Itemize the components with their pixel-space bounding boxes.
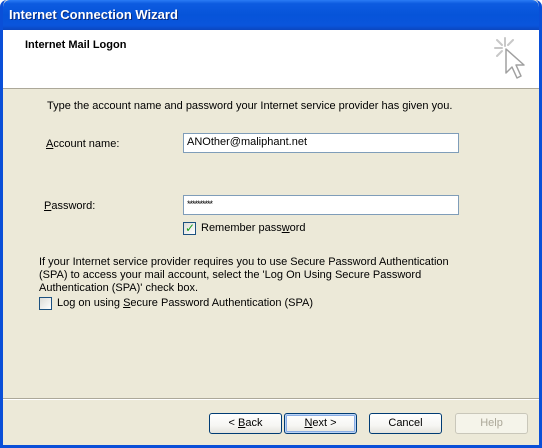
title-bar[interactable]: Internet Connection Wizard [3, 0, 539, 30]
wizard-cursor-icon [494, 37, 525, 79]
cancel-button[interactable]: Cancel [369, 413, 442, 434]
page-title: Internet Mail Logon [25, 39, 127, 51]
window-title: Internet Connection Wizard [9, 7, 178, 22]
back-button[interactable]: < Back [209, 413, 282, 434]
footer-divider-highlight [3, 399, 539, 400]
spa-checkbox[interactable] [39, 297, 52, 310]
spa-checkbox-label[interactable]: Log on using Secure Password Authenticat… [57, 297, 313, 309]
remember-password-checkbox[interactable]: ✓ [183, 221, 196, 235]
wizard-window: Internet Connection Wizard Internet Mail… [0, 0, 542, 448]
help-button[interactable]: Help [455, 413, 528, 434]
password-field[interactable]: ********** [183, 195, 459, 215]
remember-password-label[interactable]: Remember password [201, 222, 306, 234]
wizard-header: Internet Mail Logon [3, 30, 539, 89]
next-button[interactable]: Next > [284, 413, 357, 434]
intro-text: Type the account name and password your … [47, 100, 453, 112]
spa-info-text: If your Internet service provider requir… [39, 256, 449, 294]
account-name-field[interactable]: ANOther@maliphant.net [183, 133, 459, 153]
password-label: Password: [44, 200, 96, 212]
checkmark-icon: ✓ [185, 221, 196, 235]
account-name-label: Account name: [46, 138, 120, 150]
